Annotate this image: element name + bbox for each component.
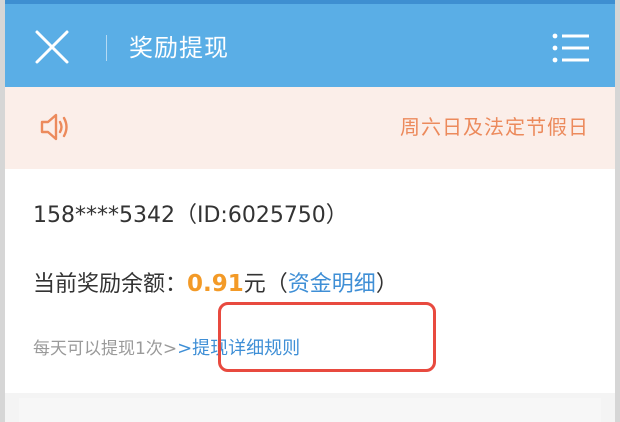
balance-label: 当前奖励余额： [33,272,188,297]
notice-text: 周六日及法定节假日 [400,115,589,139]
speaker-icon [39,112,71,142]
withdraw-page: 奖励提现 周六日及法定节假日 158****5342（ID:6025750） 当… [0,0,620,422]
rule-link-prefix[interactable]: > [177,338,192,359]
header-divider [106,35,107,61]
menu-button[interactable] [551,31,591,65]
balance-unit: 元 [243,272,266,297]
header-bar: 奖励提现 [5,4,615,87]
balance-amount: 0.91 [187,271,244,297]
next-card [19,398,601,422]
paren-close: ） [375,272,398,297]
account-info: 158****5342（ID:6025750） [33,200,348,232]
menu-icon [552,33,589,63]
rule-text: 每天可以提现1次> [33,339,178,359]
balance-line: 当前奖励余额：0.91元（资金明细） [33,267,398,302]
close-button[interactable] [33,28,71,66]
paren-open: （ [265,272,288,297]
fund-details-link[interactable]: 资金明细 [288,272,376,297]
page-title: 奖励提现 [129,34,229,62]
rule-line: 每天可以提现1次>>提现详细规则 [33,335,300,363]
account-id: （ID:6025750） [174,203,348,228]
close-icon [35,30,69,64]
account-phone: 158****5342 [33,203,175,228]
withdraw-rules-link[interactable]: 提现详细规则 [192,338,300,359]
